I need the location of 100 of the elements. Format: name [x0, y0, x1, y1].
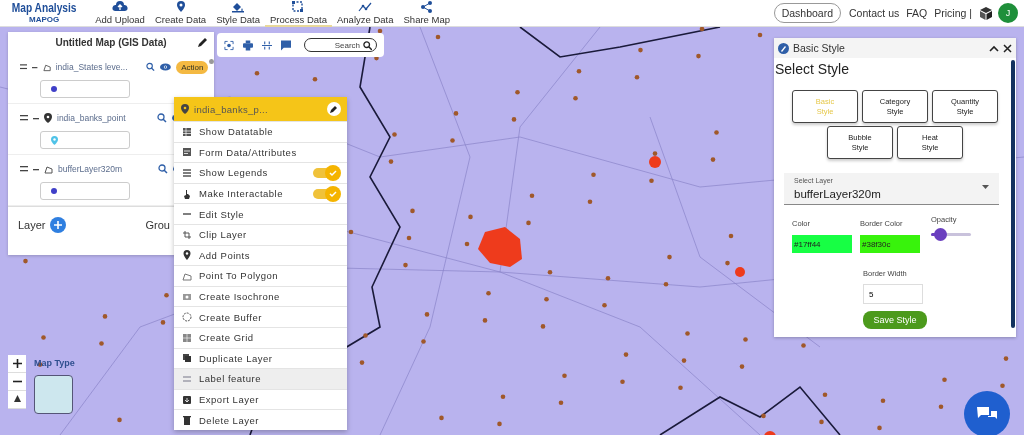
toggle-switch[interactable] — [313, 168, 339, 178]
collapse-icon[interactable] — [33, 167, 39, 171]
menu-item[interactable]: Form Data/Attributes — [174, 141, 347, 163]
check-icon — [329, 169, 337, 177]
menu-item[interactable]: Export Layer — [174, 388, 347, 410]
nav-item[interactable]: Share Map — [398, 0, 455, 27]
plus-icon — [53, 221, 62, 229]
drag-handle-icon[interactable] — [20, 64, 28, 70]
panel-title: Basic Style — [793, 42, 845, 54]
plus-icon — [12, 359, 22, 368]
menu-item[interactable]: Show Datatable — [174, 121, 347, 142]
nav-link[interactable]: FAQ — [906, 7, 928, 19]
menu-item[interactable]: Add Points — [174, 244, 347, 266]
pin-icon — [182, 250, 192, 261]
nav-item[interactable]: Style Data — [211, 0, 265, 27]
menu-item[interactable]: Show Legends — [174, 162, 347, 183]
menu-item[interactable]: Point To Polygon — [174, 265, 347, 286]
export-icon — [182, 394, 192, 405]
dashed-circle-icon — [182, 312, 192, 323]
color-field[interactable]: #38f30c — [860, 235, 920, 253]
map-type-label: Map Type — [34, 358, 75, 368]
comment-icon[interactable] — [281, 39, 291, 51]
menu-item[interactable]: Create Isochrone — [174, 285, 347, 307]
layer-name[interactable]: bufferLayer320m — [58, 164, 153, 174]
pin-icon — [44, 113, 52, 123]
drag-handle-icon[interactable] — [20, 166, 28, 172]
check-icon — [329, 189, 337, 198]
chat-button[interactable] — [964, 391, 1010, 435]
list-icon — [182, 168, 192, 178]
pin-icon — [181, 104, 189, 114]
nav-link[interactable]: Contact us — [849, 7, 900, 19]
close-icon[interactable] — [1003, 43, 1012, 53]
zoom-icon[interactable] — [158, 164, 168, 174]
pencil-icon — [330, 105, 338, 113]
eye-icon[interactable] — [160, 63, 172, 71]
action-button[interactable]: Action — [176, 60, 209, 74]
map-type-thumbnail[interactable] — [34, 375, 73, 414]
layer-name: india_banks_p... — [194, 103, 269, 115]
scatter-icon — [357, 0, 374, 13]
zoom-icon[interactable] — [146, 62, 156, 72]
locate-icon[interactable] — [224, 39, 234, 51]
color-field[interactable]: #17ff44 — [792, 235, 852, 253]
pencil-icon[interactable] — [197, 37, 208, 48]
toggle-switch[interactable] — [313, 188, 339, 199]
menu-item[interactable]: Make Interactable — [174, 182, 347, 204]
share-icon — [418, 0, 435, 13]
search-field[interactable]: Search — [304, 38, 377, 52]
group-tab[interactable]: Grou — [145, 219, 170, 231]
zoom-in-button[interactable] — [8, 355, 26, 373]
menu-item[interactable]: Create Grid — [174, 326, 347, 348]
print-icon[interactable] — [243, 39, 253, 51]
form-icon — [182, 147, 192, 158]
dropdown-caret-icon — [982, 185, 989, 189]
layer-name[interactable]: india_banks_point — [57, 113, 152, 123]
crop-icon — [182, 229, 192, 240]
logo-title[interactable]: Map Analysis — [11, 2, 77, 14]
collapse-icon[interactable] — [989, 44, 999, 52]
user-avatar[interactable]: J — [998, 3, 1018, 23]
menu-item[interactable]: Edit Style — [174, 203, 347, 224]
north-arrow-icon — [13, 395, 21, 404]
menu-item[interactable]: Clip Layer — [174, 223, 347, 245]
status-dot — [209, 59, 214, 64]
menu-item[interactable]: Create Buffer — [174, 306, 347, 327]
map-title: Untitled Map (GIS Data) — [55, 37, 167, 48]
zoom-icon[interactable] — [157, 113, 167, 123]
hand-icon — [182, 188, 192, 199]
image-icon — [182, 291, 192, 302]
edit-button[interactable] — [327, 102, 341, 116]
menu-item[interactable]: Delete Layer — [174, 409, 347, 430]
border-width-field[interactable]: 5 — [863, 284, 923, 304]
opacity-slider[interactable] — [931, 228, 971, 241]
measure-icon[interactable] — [262, 39, 272, 51]
drag-handle-icon[interactable] — [20, 115, 28, 121]
label-icon — [182, 373, 192, 384]
layer-name[interactable]: india_States leve... — [55, 62, 142, 72]
layer-tab[interactable]: Layer — [18, 219, 46, 231]
dashboard-button[interactable]: Dashboard — [773, 3, 842, 23]
save-style-button[interactable]: Save Style — [863, 311, 927, 329]
nav-link[interactable]: Pricing | — [934, 7, 972, 19]
add-layer-button[interactable] — [49, 217, 66, 233]
nav-item[interactable]: Analyze Data — [332, 0, 399, 27]
search-icon — [363, 40, 372, 50]
collapse-icon[interactable] — [33, 116, 39, 120]
polygon-icon — [182, 270, 192, 281]
trash-icon — [182, 415, 192, 426]
grid-icon — [182, 332, 192, 343]
polygon-icon — [42, 62, 51, 72]
nav-item[interactable]: Add Upload — [90, 0, 150, 27]
logo-subtitle: MAPOG — [29, 16, 60, 24]
cube-icon[interactable] — [979, 6, 993, 20]
section-heading: Select Style — [775, 61, 850, 77]
polygon-icon — [44, 164, 53, 174]
copy-icon — [182, 353, 192, 364]
nav-item[interactable]: Create Data — [149, 0, 212, 27]
menu-item[interactable]: Duplicate Layer — [174, 347, 347, 369]
collapse-icon[interactable] — [32, 65, 38, 69]
brush-icon — [778, 42, 789, 54]
paint-bucket-icon — [230, 0, 247, 13]
table-icon — [182, 126, 192, 137]
menu-item[interactable]: Label feature — [174, 368, 347, 389]
